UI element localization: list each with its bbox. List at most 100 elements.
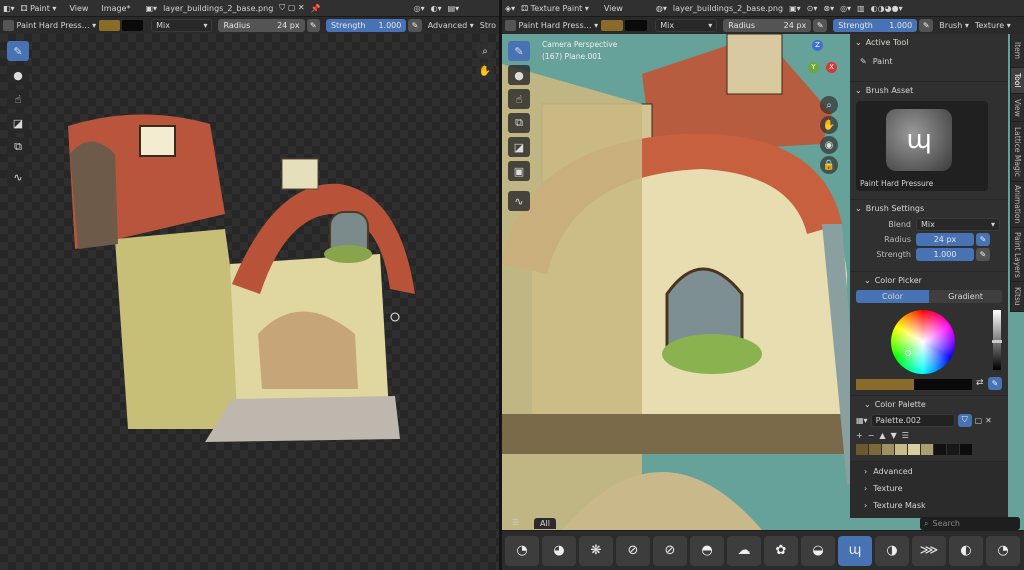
brush-asset-dropdown[interactable]: Paint Hard Press… ▾ (3, 20, 96, 31)
texture-mask-subpanel[interactable]: › Texture Mask (850, 497, 1008, 513)
brush-thumbnail-icon[interactable]: ⋙ (912, 535, 946, 566)
pin-icon[interactable]: 📌 (311, 4, 321, 13)
gradient-tab[interactable]: Gradient (929, 290, 1002, 303)
primary-color-swatch[interactable] (99, 20, 121, 31)
brush-menu[interactable]: Brush ▾ (939, 21, 969, 30)
image-browse-icon-3d[interactable]: ◍▾ (656, 4, 667, 13)
brush-thumbnail-icon[interactable]: ɰ (838, 535, 872, 566)
editor-type-icon-3d[interactable]: ◈▾ (505, 4, 515, 13)
blur-icon[interactable]: ● (7, 65, 29, 85)
secondary-color-swatch-3d[interactable] (625, 20, 648, 31)
radius-pressure-icon-sidebar[interactable]: ✎ (976, 232, 990, 246)
gizmo-toggle-icon[interactable]: ◐▾ (431, 4, 442, 13)
brush-thumbnail-icon[interactable]: ◓ (690, 535, 724, 566)
brush-thumbnail-icon[interactable]: ◕ (542, 535, 576, 566)
zoom-icon-3d[interactable]: ⌕ (820, 96, 838, 114)
swap-colors-icon[interactable]: ⇄ (976, 378, 984, 388)
brush-thumbnail-icon[interactable]: ◔ (986, 535, 1020, 566)
tab-paint-layers[interactable]: Paint Layers (1010, 228, 1024, 282)
advanced-subpanel[interactable]: › Advanced (850, 463, 1008, 479)
texture-subpanel[interactable]: › Texture (850, 480, 1008, 496)
unlink-icon[interactable]: ✕ (985, 416, 992, 425)
active-tool-row[interactable]: ✎ Paint (850, 54, 1008, 68)
annotate-icon-3d[interactable]: ∿ (508, 191, 530, 211)
hamburger-menu-icon[interactable]: ☰ (512, 518, 519, 527)
image-name-field-3d[interactable]: layer_buildings_2_base.png (673, 4, 783, 13)
draw-brush-icon-3d[interactable]: ✎ (508, 41, 530, 61)
fill-icon-3d[interactable]: ◪ (508, 137, 530, 157)
brush-thumbnail-icon[interactable]: ☁ (727, 535, 761, 566)
fill-icon[interactable]: ◪ (7, 113, 29, 133)
image-canvas[interactable] (0, 34, 499, 570)
pan-hand-icon[interactable]: ✋ (476, 62, 494, 80)
paint-mode-dropdown[interactable]: ⚃ Paint ▾ (21, 4, 57, 13)
editor-type-icon[interactable]: ◧▾ (3, 4, 15, 13)
blend-dropdown-sidebar[interactable]: Mix ▾ (916, 217, 1000, 231)
image-menu[interactable]: Image* (101, 4, 130, 13)
primary-color-bar[interactable] (856, 379, 914, 390)
palette-swatch[interactable] (882, 444, 894, 455)
strength-pressure-icon-3d[interactable]: ✎ (919, 19, 934, 32)
view-menu-3d[interactable]: View (604, 4, 623, 13)
pan-hand-icon-3d[interactable]: ✋ (820, 116, 838, 134)
navigation-gizmo[interactable]: Z Y X (790, 38, 850, 90)
sort-icon[interactable]: ☰ (902, 431, 909, 440)
tab-animation[interactable]: Animation (1010, 182, 1024, 228)
strength-field-sidebar[interactable]: 1.000 (916, 247, 974, 261)
add-color-icon[interactable]: + (856, 431, 863, 440)
radius-pressure-icon-3d[interactable]: ✎ (813, 19, 828, 32)
brush-thumbnail-icon[interactable]: ◔ (505, 535, 539, 566)
remove-color-icon[interactable]: − (868, 431, 875, 440)
brush-asset-header[interactable]: ⌄ Brush Asset (850, 82, 1008, 98)
blend-dropdown[interactable]: Mix ▾ (151, 19, 213, 32)
smear-icon[interactable]: ☝ (7, 89, 29, 109)
zoom-icon[interactable]: ⌕ (476, 42, 494, 60)
active-tool-header[interactable]: ⌄ Active Tool (850, 34, 1008, 50)
palette-browse-icon[interactable]: ▦▾ (856, 416, 868, 425)
color-tab[interactable]: Color (856, 290, 929, 303)
camera-view-icon[interactable]: ◉ (820, 136, 838, 154)
primary-color-swatch-3d[interactable] (601, 20, 624, 31)
brush-thumbnail-icon[interactable]: ✿ (764, 535, 798, 566)
move-up-icon[interactable]: ▲ (879, 431, 885, 440)
brush-thumbnail-icon[interactable]: ◑ (875, 535, 909, 566)
brush-thumbnail-icon[interactable]: ◒ (801, 535, 835, 566)
duplicate-icon[interactable]: ▢ (975, 416, 983, 425)
all-tab[interactable]: All (534, 518, 556, 529)
tab-kitsu[interactable]: Kitsu (1010, 282, 1024, 312)
brush-thumbnail-icon[interactable]: ❋ (579, 535, 613, 566)
view-menu[interactable]: View (69, 4, 88, 13)
gizmo-z-icon[interactable]: Z (812, 40, 823, 51)
strength-field[interactable]: Strength 1.000 (325, 19, 407, 32)
eyedropper-icon[interactable]: ✎ (988, 377, 1002, 390)
palette-swatch[interactable] (960, 444, 972, 455)
value-slider[interactable] (992, 310, 1002, 370)
palette-swatch[interactable] (947, 444, 959, 455)
tab-view[interactable]: View (1010, 94, 1024, 122)
radius-field-sidebar[interactable]: 24 px (916, 232, 974, 246)
blur-icon-3d[interactable]: ● (508, 65, 530, 85)
lock-camera-icon[interactable]: 🔒 (820, 156, 838, 174)
texture-menu[interactable]: Texture ▾ (975, 21, 1011, 30)
clone-icon-3d[interactable]: ⧉ (508, 113, 530, 133)
palette-swatch[interactable] (869, 444, 881, 455)
shading-icons[interactable]: ◐◑◕●▾ (871, 4, 903, 13)
pivot-icon[interactable]: ⊙▾ (807, 4, 818, 13)
smear-icon-3d[interactable]: ☝ (508, 89, 530, 109)
brush-asset-dropdown-3d[interactable]: Paint Hard Press… ▾ (505, 20, 598, 31)
brush-thumbnail-icon[interactable]: ⊘ (616, 535, 650, 566)
mask-icon[interactable]: ▣ (508, 161, 530, 181)
palette-swatch[interactable] (895, 444, 907, 455)
color-picker-header[interactable]: ⌄ Color Picker (850, 272, 1008, 288)
secondary-color-bar[interactable] (914, 379, 972, 390)
strength-pressure-icon-sidebar[interactable]: ✎ (976, 247, 990, 261)
advanced-dropdown[interactable]: Advanced ▾ (428, 21, 474, 30)
palette-swatch[interactable] (921, 444, 933, 455)
asset-search-input[interactable]: ⌕ Search (920, 517, 1020, 530)
gizmo-x-icon[interactable]: X (826, 62, 837, 73)
color-palette-header[interactable]: ⌄ Color Palette (850, 396, 1008, 412)
annotate-icon[interactable]: ∿ (7, 167, 29, 187)
display-channels-icon[interactable]: ▤▾ (448, 4, 460, 13)
xray-icon[interactable]: ▥ (857, 4, 865, 13)
palette-name-field[interactable]: Palette.002 (870, 413, 955, 427)
